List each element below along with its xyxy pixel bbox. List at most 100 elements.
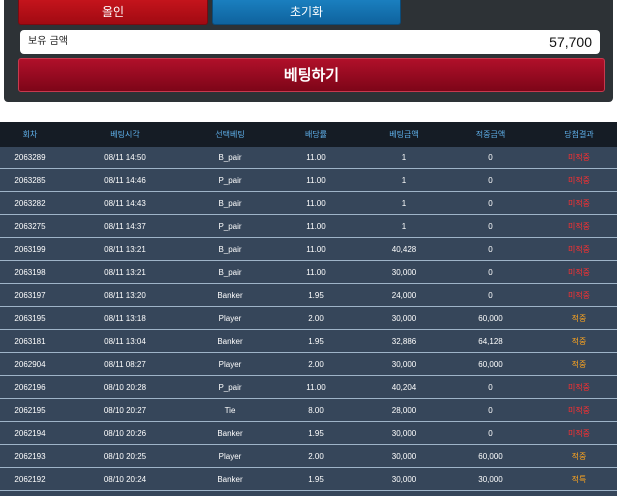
row-payout: 0 — [488, 199, 493, 208]
row-odds: 11.00 — [306, 245, 326, 254]
row-round: 2063197 — [14, 291, 46, 300]
row-pick: P_pair — [218, 383, 242, 392]
row-payout: 0 — [488, 176, 493, 185]
header-bet-time: 베팅시각 — [110, 130, 140, 139]
row-pick: P_pair — [218, 176, 242, 185]
table-row: 2062192 08/10 20:24 Banker 1.95 30,000 30,000… — [0, 469, 617, 491]
row-pick: Banker — [217, 337, 243, 346]
row-result: 적중 — [571, 314, 587, 323]
row-bet-amount: 30,000 — [391, 360, 417, 369]
row-odds: 8.00 — [308, 406, 324, 415]
all-in-button[interactable]: 올인 — [18, 0, 208, 25]
bet-history-table: 회차 베팅시각 선택베팅 배당률 베팅금액 적중금액 당첨결과 2063289 0… — [0, 122, 617, 496]
table-row: 2063289 08/11 14:50 B_pair 11.00 1 0 미적중 — [0, 147, 617, 169]
row-pick: B_pair — [218, 153, 242, 162]
row-bet-time: 08/11 13:20 — [104, 291, 146, 300]
row-bet-time: 08/10 20:27 — [103, 406, 147, 415]
header-round: 회차 — [22, 130, 38, 139]
table-row: 2062195 08/10 20:27 Tie 8.00 28,000 0 미적중 — [0, 400, 617, 422]
row-round: 2063282 — [14, 199, 46, 208]
table-row: 2062193 08/10 20:25 Player 2.00 30,000 60,000… — [0, 446, 617, 468]
row-bet-amount: 28,000 — [391, 406, 417, 415]
row-round: 2062192 — [14, 475, 46, 484]
row-bet-time: 08/11 13:04 — [104, 337, 146, 346]
row-bet-amount: 30,000 — [391, 452, 417, 461]
place-bet-button[interactable]: 베팅하기 — [18, 58, 605, 92]
row-round: 2062194 — [14, 429, 46, 438]
row-odds: 11.00 — [306, 153, 326, 162]
table-row: 2063285 08/11 14:46 P_pair 11.00 1 0 미적중 — [0, 170, 617, 192]
row-odds: 11.00 — [306, 268, 326, 277]
row-bet-amount: 1 — [401, 199, 407, 208]
row-bet-time: 08/10 20:25 — [103, 452, 147, 461]
balance-value: 57,700 — [549, 34, 592, 50]
row-pick: Player — [218, 360, 242, 369]
row-result: 적중 — [571, 452, 587, 461]
row-odds: 11.00 — [306, 222, 326, 231]
row-bet-amount: 30,000 — [391, 475, 417, 484]
row-bet-amount: 40,204 — [391, 383, 417, 392]
row-payout: 64,128 — [478, 337, 503, 346]
row-payout: 0 — [488, 383, 493, 392]
row-round: 2063195 — [14, 314, 46, 323]
row-odds: 1.95 — [308, 337, 324, 346]
row-pick: Banker — [217, 291, 243, 300]
row-result: 미적중 — [567, 383, 591, 392]
row-odds: 1.95 — [308, 429, 324, 438]
balance-display: 보유 금액 57,700 — [20, 30, 600, 54]
reset-button[interactable]: 초기화 — [212, 0, 401, 25]
row-odds: 11.00 — [306, 199, 326, 208]
row-odds: 11.00 — [306, 383, 326, 392]
table-row: 2062904 08/11 08:27 Player 2.00 30,000 60,000… — [0, 354, 617, 376]
row-result: 미적중 — [567, 429, 591, 438]
row-round: 2063285 — [14, 176, 46, 185]
row-odds: 2.00 — [308, 360, 324, 369]
row-bet-amount: 30,000 — [391, 314, 417, 323]
header-bet-amount: 베팅금액 — [389, 130, 419, 139]
row-odds: 1.95 — [308, 475, 324, 484]
row-round: 2062195 — [14, 406, 46, 415]
table-row: 2063181 08/11 13:04 Banker 1.95 32,886 64,128… — [0, 331, 617, 353]
table-row: 2063199 08/11 13:21 B_pair 11.00 40,428 0 미적중 — [0, 239, 617, 261]
row-bet-amount: 1 — [401, 153, 407, 162]
table-row: 2063198 08/11 13:21 B_pair 11.00 30,000 0 미적중 — [0, 262, 617, 284]
row-bet-time: 08/11 14:37 — [104, 222, 146, 231]
row-odds: 2.00 — [308, 314, 324, 323]
row-payout: 0 — [488, 291, 493, 300]
row-payout: 0 — [488, 245, 493, 254]
row-bet-amount: 1 — [401, 176, 407, 185]
row-result: 미적중 — [567, 268, 591, 277]
header-odds: 배당률 — [304, 130, 328, 139]
row-bet-time: 08/11 14:46 — [104, 176, 146, 185]
row-pick: Player — [218, 314, 242, 323]
row-odds: 1.95 — [308, 291, 324, 300]
row-payout: 0 — [488, 406, 493, 415]
row-result: 미적중 — [567, 222, 591, 231]
row-payout: 60,000 — [478, 360, 503, 369]
row-payout: 0 — [488, 429, 493, 438]
row-bet-amount: 30,000 — [391, 268, 417, 277]
row-round: 2063181 — [14, 337, 46, 346]
row-pick: B_pair — [218, 268, 242, 277]
row-bet-amount: 30,000 — [391, 429, 417, 438]
table-row: 2063197 08/11 13:20 Banker 1.95 24,000 0 미적중 — [0, 285, 617, 307]
row-round: 2062193 — [14, 452, 46, 461]
row-payout: 60,000 — [478, 452, 503, 461]
balance-label: 보유 금액 — [28, 36, 68, 47]
table-row: 2063275 08/11 14:37 P_pair 11.00 1 0 미적중 — [0, 216, 617, 238]
row-pick: B_pair — [218, 245, 242, 254]
row-result: 적특 — [571, 475, 587, 484]
betting-panel: 올인 초기화 보유 금액 57,700 베팅하기 — [4, 0, 613, 102]
row-round: 2062196 — [14, 383, 46, 392]
row-bet-amount: 24,000 — [391, 291, 417, 300]
row-pick: Player — [218, 452, 242, 461]
row-round: 2063199 — [14, 245, 46, 254]
row-payout: 0 — [488, 222, 493, 231]
row-pick: P_pair — [218, 222, 242, 231]
row-pick: B_pair — [218, 199, 242, 208]
row-bet-time: 08/11 14:43 — [104, 199, 146, 208]
table-row: 2063195 08/11 13:18 Player 2.00 30,000 60,000… — [0, 308, 617, 330]
row-round: 2063289 — [14, 153, 46, 162]
table-header: 회차 베팅시각 선택베팅 배당률 베팅금액 적중금액 당첨결과 — [0, 122, 617, 147]
table-row: 2062194 08/10 20:26 Banker 1.95 30,000 0 미적중 — [0, 423, 617, 445]
